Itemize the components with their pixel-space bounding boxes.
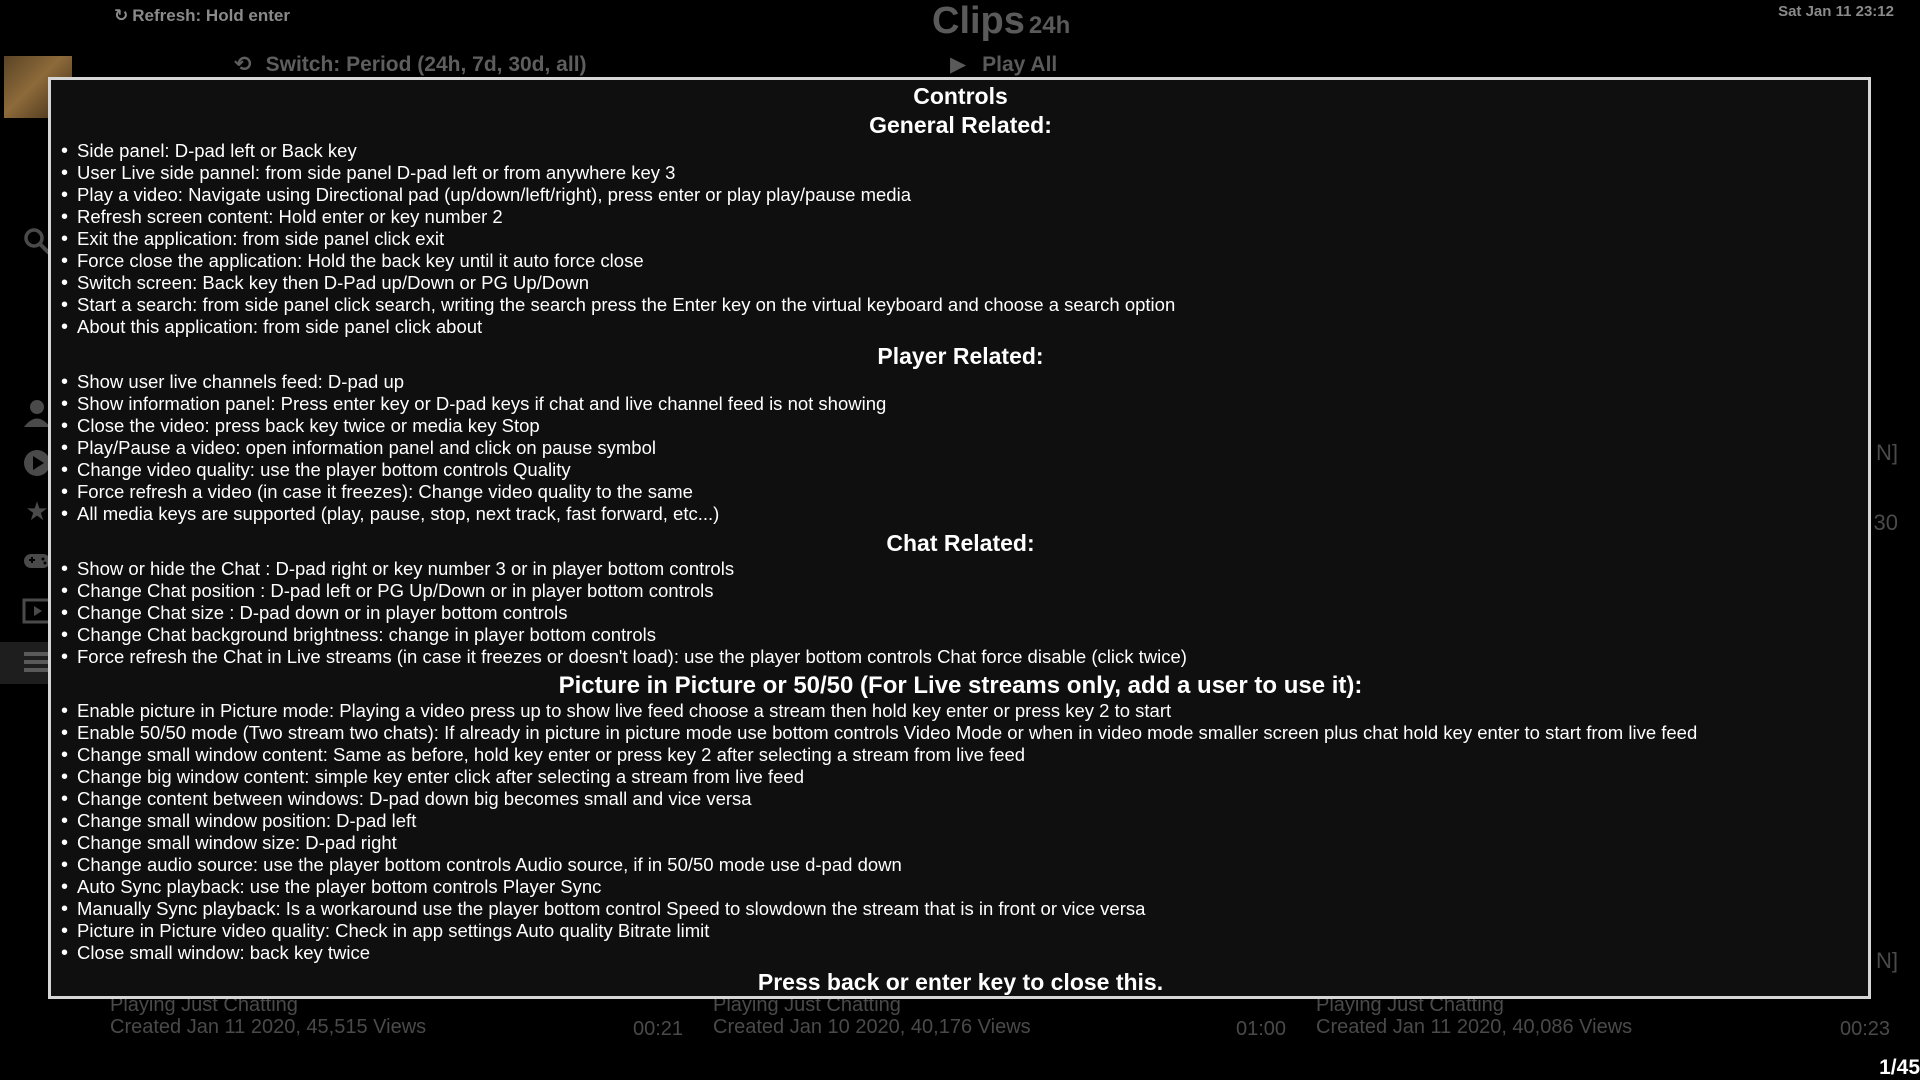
section-title-pip: Picture in Picture or 50/50 (For Live st…: [558, 672, 1363, 699]
list-item: Picture in Picture video quality: Check …: [61, 920, 1860, 942]
list-item: All media keys are supported (play, paus…: [61, 503, 1860, 525]
clip-duration: 01:00: [1236, 1018, 1287, 1040]
section-title-chat: Chat Related:: [886, 530, 1035, 556]
dialog-title: Controls: [913, 83, 1008, 109]
list-item: Change Chat position : D-pad left or PG …: [61, 580, 1860, 602]
list-item: Exit the application: from side panel cl…: [61, 228, 1860, 250]
app-screen: ↻ Refresh: Hold enter ⟲ Switch: Period (24…: [0, 0, 1920, 1080]
clip-card-1[interactable]: Playing Just Chatting Created Jan 11 202…: [110, 994, 426, 1038]
player-controls-list: Show user live channels feed: D-pad up S…: [61, 371, 1860, 525]
clip-created: Created Jan 11 2020, 45,515 Views: [110, 1016, 427, 1038]
list-item: User Live side pannel: from side panel D…: [61, 162, 1860, 184]
list-item: Play a video: Navigate using Directional…: [61, 184, 1860, 206]
list-item: Force refresh the Chat in Live streams (…: [61, 646, 1860, 668]
play-icon: ▶: [950, 53, 967, 76]
dialog-close-hint: Press back or enter key to close this.: [757, 969, 1164, 995]
list-item: Change content between windows: D-pad do…: [61, 788, 1860, 810]
clock: Sat Jan 11 23:12: [1778, 3, 1894, 20]
refresh-icon: ↻: [114, 6, 129, 25]
edge-label-2: 30: [1873, 510, 1898, 535]
list-item: Force refresh a video (in case it freeze…: [61, 481, 1860, 503]
page-title-label: Clips: [932, 0, 1025, 42]
list-item: Refresh screen content: Hold enter or ke…: [61, 206, 1860, 228]
list-item: Switch screen: Back key then D-Pad up/Do…: [61, 272, 1860, 294]
clip-created: Created Jan 11 2020, 40,086 Views: [1316, 1016, 1633, 1038]
clip-card-2[interactable]: Playing Just Chatting Created Jan 10 202…: [713, 994, 1031, 1038]
list-item: Change big window content: simple key en…: [61, 766, 1860, 788]
list-item: Change audio source: use the player bott…: [61, 854, 1860, 876]
clip-duration: 00:23: [1840, 1018, 1891, 1040]
pip-controls-list: Enable picture in Picture mode: Playing …: [61, 700, 1860, 964]
refresh-hint: ↻ Refresh: Hold enter: [114, 6, 290, 26]
play-all-button[interactable]: ▶ Play All: [950, 52, 1057, 77]
play-all-label: Play All: [982, 53, 1058, 76]
period-label: 24h: [1028, 12, 1071, 39]
clip-card-3[interactable]: Playing Just Chatting Created Jan 11 202…: [1316, 994, 1632, 1038]
pagination: 1/45: [1879, 1056, 1920, 1079]
list-item: Manually Sync playback: Is a workaround …: [61, 898, 1860, 920]
history-icon: ⟲: [234, 53, 252, 76]
clip-duration: 00:21: [633, 1018, 684, 1040]
list-item: Close the video: press back key twice or…: [61, 415, 1860, 437]
controls-dialog[interactable]: Controls General Related: Side panel: D-…: [48, 77, 1871, 999]
list-item: Show or hide the Chat : D-pad right or k…: [61, 558, 1860, 580]
edge-label-1: N]: [1876, 440, 1898, 465]
switch-hint-label: Switch: Period (24h, 7d, 30d, all): [265, 53, 587, 76]
list-item: Change Chat background brightness: chang…: [61, 624, 1860, 646]
list-item: Change small window position: D-pad left: [61, 810, 1860, 832]
list-item: Enable picture in Picture mode: Playing …: [61, 700, 1860, 722]
edge-label-3: N]: [1876, 948, 1898, 973]
list-item: Close small window: back key twice: [61, 942, 1860, 964]
list-item: Force close the application: Hold the ba…: [61, 250, 1860, 272]
list-item: Start a search: from side panel click se…: [61, 294, 1860, 316]
general-controls-list: Side panel: D-pad left or Back key User …: [61, 140, 1860, 338]
list-item: Show user live channels feed: D-pad up: [61, 371, 1860, 393]
section-title-general: General Related:: [869, 112, 1052, 138]
list-item: About this application: from side panel …: [61, 316, 1860, 338]
list-item: Change small window size: D-pad right: [61, 832, 1860, 854]
list-item: Enable 50/50 mode (Two stream two chats)…: [61, 722, 1860, 744]
list-item: Side panel: D-pad left or Back key: [61, 140, 1860, 162]
list-item: Change Chat size : D-pad down or in play…: [61, 602, 1860, 624]
list-item: Change small window content: Same as bef…: [61, 744, 1860, 766]
page-title: Clips 24h: [932, 0, 1070, 43]
list-item: Auto Sync playback: use the player botto…: [61, 876, 1860, 898]
list-item: Show information panel: Press enter key …: [61, 393, 1860, 415]
list-item: Change video quality: use the player bot…: [61, 459, 1860, 481]
switch-hint: ⟲ Switch: Period (24h, 7d, 30d, all): [234, 52, 587, 77]
section-title-player: Player Related:: [877, 343, 1044, 369]
refresh-hint-label: Refresh: Hold enter: [132, 6, 290, 25]
list-item: Play/Pause a video: open information pan…: [61, 437, 1860, 459]
chat-controls-list: Show or hide the Chat : D-pad right or k…: [61, 558, 1860, 668]
clip-created: Created Jan 10 2020, 40,176 Views: [713, 1016, 1031, 1038]
